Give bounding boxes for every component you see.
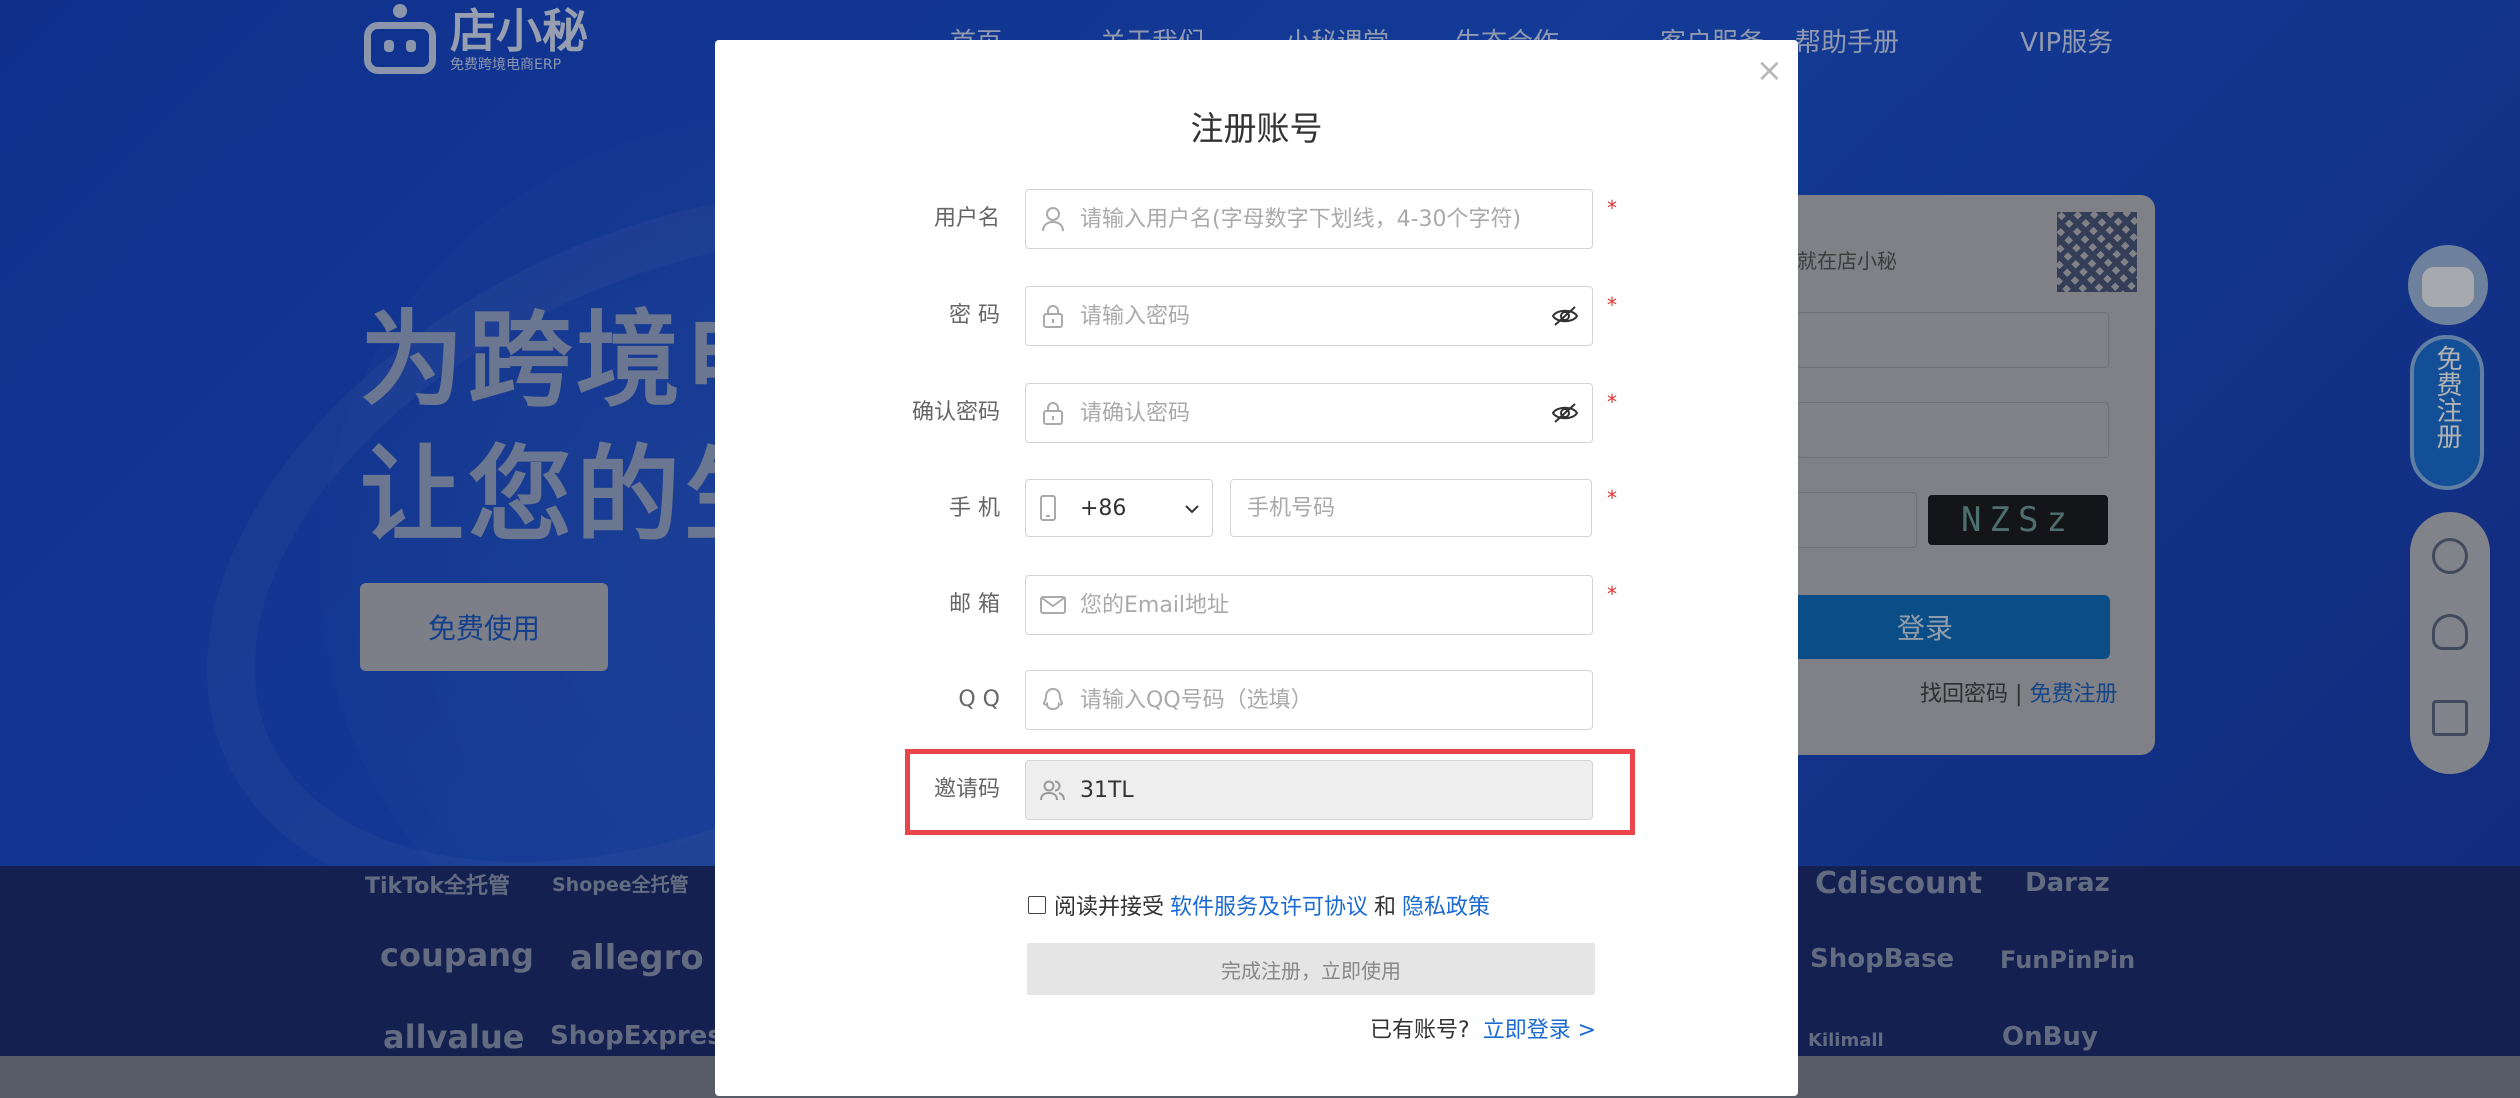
login-prompt: 已有账号? 立即登录 >	[1370, 1012, 1596, 1044]
confirm-password-label: 确认密码	[911, 400, 1000, 425]
eye-off-icon[interactable]	[1538, 305, 1592, 327]
mobile-phone-icon	[1026, 495, 1070, 521]
required-mark: *	[1607, 390, 1617, 414]
agreement-row: 阅读并接受 软件服务及许可协议 和 隐私政策	[1028, 889, 1490, 921]
modal-title: 注册账号	[1190, 109, 1323, 148]
eye-off-icon[interactable]	[1538, 402, 1592, 424]
password-label: 密 码	[949, 303, 1000, 328]
login-prompt-text: 已有账号?	[1370, 1018, 1470, 1043]
phone-label: 手 机	[949, 496, 1000, 521]
qq-label: Q Q	[958, 687, 1000, 712]
agreement-and: 和	[1374, 895, 1397, 920]
password-field[interactable]	[1025, 286, 1593, 346]
terms-link[interactable]: 软件服务及许可协议	[1170, 889, 1368, 921]
complete-register-button[interactable]: 完成注册，立即使用	[1027, 943, 1595, 995]
confirm-password-input[interactable]	[1080, 385, 1538, 441]
qq-penguin-icon	[1026, 671, 1080, 729]
confirm-password-field[interactable]	[1025, 383, 1593, 443]
login-now-link[interactable]: 立即登录 >	[1483, 1018, 1596, 1043]
username-input[interactable]	[1080, 191, 1592, 247]
qq-input[interactable]	[1080, 672, 1592, 728]
agreement-prefix: 阅读并接受	[1054, 895, 1165, 920]
close-icon[interactable]: ×	[1756, 50, 1783, 90]
user-icon	[1026, 190, 1080, 248]
username-label: 用户名	[933, 206, 1000, 231]
lock-icon	[1026, 384, 1080, 442]
invite-code-highlight-box	[905, 749, 1635, 835]
agreement-checkbox[interactable]	[1028, 896, 1046, 914]
privacy-policy-link[interactable]: 隐私政策	[1402, 889, 1490, 921]
email-input[interactable]	[1080, 577, 1592, 633]
username-field[interactable]	[1025, 189, 1593, 249]
chevron-down-icon	[1184, 499, 1200, 518]
mail-icon	[1026, 576, 1080, 634]
email-field[interactable]	[1025, 575, 1593, 635]
password-input[interactable]	[1080, 288, 1538, 344]
required-mark: *	[1607, 196, 1617, 220]
lock-icon	[1026, 287, 1080, 345]
required-mark: *	[1607, 486, 1617, 510]
required-mark: *	[1607, 582, 1617, 606]
phone-number-field[interactable]	[1230, 479, 1592, 537]
country-code-value: +86	[1080, 495, 1127, 521]
phone-number-input[interactable]	[1247, 495, 1591, 521]
email-label: 邮 箱	[949, 592, 1000, 617]
required-mark: *	[1607, 293, 1617, 317]
country-code-select[interactable]: +86	[1025, 479, 1213, 537]
qq-field[interactable]	[1025, 670, 1593, 730]
